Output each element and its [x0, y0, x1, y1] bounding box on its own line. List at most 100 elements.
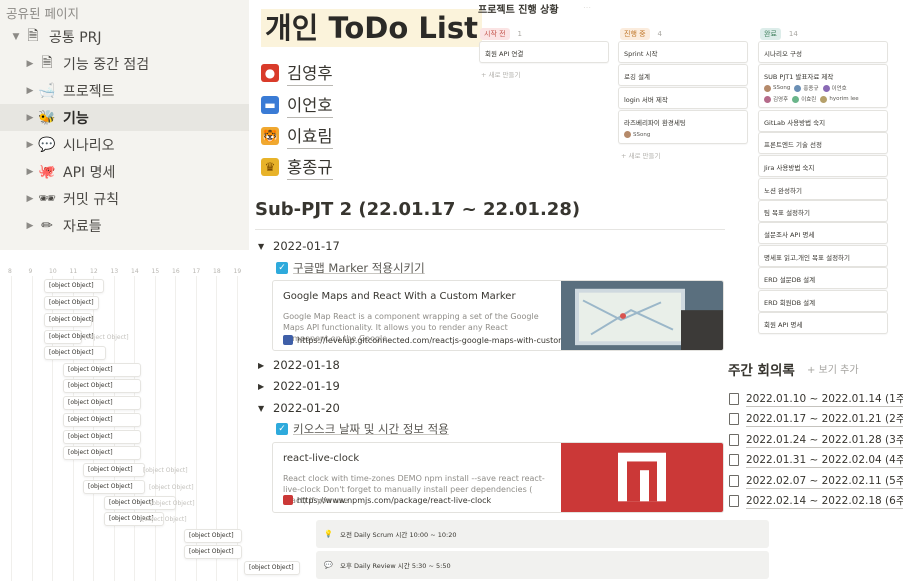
timeline-bar[interactable]: [object Object]	[63, 379, 141, 393]
weekly-item[interactable]: 2022.01.31 ~ 2022.02.04 (4주차)	[729, 452, 903, 469]
timeline-bar[interactable]: [object Object]	[63, 446, 141, 460]
board-card[interactable]: ERD 설문DB 설계	[758, 267, 888, 289]
sidebar-item-label: 커밋 규칙	[63, 191, 119, 208]
weekly-item[interactable]: 2022.02.14 ~ 2022.02.18 (6주차)	[729, 493, 903, 509]
bookmark-url: https://www.npmjs.com/package/react-live…	[283, 495, 491, 505]
member-link[interactable]: ♛ 홍종규	[261, 154, 333, 180]
toggle-2022-01-20[interactable]: ▼ 2022-01-20	[258, 401, 340, 415]
status-badge: 완료	[760, 28, 781, 40]
board-card[interactable]: 회원 API 연결	[479, 41, 609, 63]
todo-item[interactable]: ✓ 키오스크 날짜 및 시간 정보 적용	[276, 421, 449, 437]
todo-item[interactable]: ✓ 구글맵 Marker 적용시키기	[276, 260, 425, 276]
sidebar-item-api-spec[interactable]: ▶ 🐙 API 명세	[0, 158, 249, 185]
card-title: 회원 API 연결	[485, 50, 524, 58]
checkbox-checked-icon[interactable]: ✓	[276, 423, 288, 435]
timeline-bar[interactable]: [object Object]	[44, 313, 94, 327]
weekly-item[interactable]: 2022.02.07 ~ 2022.02.11 (5주차)	[729, 473, 903, 489]
weekly-item[interactable]: 2022.01.24 ~ 2022.01.28 (3주차)	[729, 432, 903, 448]
timeline-bar-overflow-label: [object Object]	[143, 467, 188, 474]
board-card[interactable]: Jira 사용방법 숙지	[758, 155, 888, 177]
member-link[interactable]: 🐯 이효림	[261, 123, 333, 149]
timeline-bar[interactable]: [object Object]	[184, 529, 242, 543]
npm-logo-thumbnail	[561, 443, 723, 512]
collapsed-triangle-icon[interactable]: ▶	[24, 113, 36, 123]
sidebar-item-label: 기능 중간 점검	[63, 56, 150, 73]
board-card[interactable]: Sprint 시작	[618, 41, 748, 63]
collapsed-triangle-icon[interactable]: ▶	[24, 167, 36, 177]
collapsed-triangle-icon[interactable]: ▶	[24, 59, 36, 69]
sidebar-item-commit-rules[interactable]: ▶ 🕶 커밋 규칙	[0, 185, 249, 212]
collapsed-triangle-icon[interactable]: ▶	[258, 382, 273, 391]
timeline-gridline	[31, 276, 33, 581]
person-name: 홍종규	[803, 86, 819, 92]
card-title: login 서버 제작	[624, 96, 668, 104]
toggle-label: 2022-01-17	[273, 239, 340, 253]
timeline-tick: 14	[131, 268, 139, 275]
timeline-bar[interactable]: [object Object]	[244, 561, 300, 575]
expanded-triangle-icon[interactable]: ▼	[10, 32, 22, 42]
timeline-bar[interactable]: [object Object]	[63, 363, 141, 377]
board-card[interactable]: 로깅 설계	[618, 64, 748, 86]
member-link[interactable]: ▬ 이언호	[261, 92, 333, 118]
timeline-bar[interactable]: [object Object]	[44, 279, 104, 293]
board-card[interactable]: 설문조사 API 명세	[758, 222, 888, 244]
checkbox-checked-icon[interactable]: ✓	[276, 262, 288, 274]
board-card[interactable]: 노션 완성하기	[758, 178, 888, 200]
collapsed-triangle-icon[interactable]: ▶	[24, 140, 36, 150]
timeline-bar[interactable]: [object Object]	[44, 330, 94, 344]
timeline-bar[interactable]: [object Object]	[83, 480, 145, 494]
expanded-triangle-icon[interactable]: ▼	[258, 404, 273, 413]
sidebar-item-project[interactable]: ▶ 🛁 프로젝트	[0, 77, 249, 104]
board-card[interactable]: 프론트엔드 기술 선정	[758, 132, 888, 154]
board-card[interactable]: ERD 회원DB 설계	[758, 290, 888, 312]
board-card[interactable]: login 서버 제작	[618, 87, 748, 109]
collapsed-triangle-icon[interactable]: ▶	[24, 86, 36, 96]
collapsed-triangle-icon[interactable]: ▶	[24, 194, 36, 204]
sidebar-item-feature-check[interactable]: ▶ 🗎 기능 중간 점검	[0, 50, 249, 77]
board-card[interactable]: 명세표 읽고,개인 목표 설정하기	[758, 245, 888, 267]
collapsed-triangle-icon[interactable]: ▶	[24, 221, 36, 231]
sidebar-item-scenario[interactable]: ▶ 💬 시나리오	[0, 131, 249, 158]
sidebar-item-common-prj[interactable]: ▼ 🗎 공통 PRJ	[0, 23, 249, 50]
timeline-tick: 13	[110, 268, 119, 275]
timeline-tick: 15	[151, 268, 160, 275]
timeline-tick: 10	[49, 268, 57, 275]
toggle-2022-01-18[interactable]: ▶ 2022-01-18	[258, 358, 340, 372]
toggle-2022-01-17[interactable]: ▼ 2022-01-17	[258, 239, 340, 253]
avatar	[820, 95, 828, 103]
board-card[interactable]: 라즈베리파이 환경세팅 SSong	[618, 110, 748, 144]
board-card[interactable]: GitLab 사용방법 숙지	[758, 110, 888, 132]
timeline-bar[interactable]: [object Object]	[44, 296, 99, 310]
page-icon	[729, 433, 739, 446]
expanded-triangle-icon[interactable]: ▼	[258, 242, 273, 251]
collapsed-triangle-icon[interactable]: ▶	[258, 361, 273, 370]
npm-favicon-icon	[283, 495, 293, 505]
bookmark-card[interactable]: Google Maps and React With a Custom Mark…	[272, 280, 724, 351]
bookmark-card[interactable]: react-live-clock React clock with time-z…	[272, 442, 724, 513]
card-title: 로깅 설계	[624, 73, 650, 81]
timeline-bar[interactable]: [object Object]	[184, 545, 242, 559]
new-card-button[interactable]: + 새로 만들기	[481, 69, 520, 79]
board-card[interactable]: SUB PJT1 발표자료 제작 SSong 홍종규 이언호 김영후 이효린 hyorim …	[758, 64, 888, 108]
add-view-button[interactable]: + 보기 추가	[807, 361, 859, 376]
board-card[interactable]: 회원 API 명세	[758, 312, 888, 334]
weekly-item-label: 2022.01.31 ~ 2022.02.04 (4주차)	[746, 452, 903, 469]
sidebar-item-materials[interactable]: ▶ ✏ 자료들	[0, 212, 249, 239]
board-card[interactable]: 팀 목표 설정하기	[758, 200, 888, 222]
new-card-button[interactable]: + 새로 만들기	[621, 150, 660, 160]
weekly-item[interactable]: 2022.01.17 ~ 2022.01.21 (2주차)	[729, 411, 903, 428]
timeline-bar[interactable]: [object Object]	[63, 430, 141, 444]
board-menu[interactable]: ⋯	[583, 3, 591, 12]
timeline-bar[interactable]: [object Object]	[83, 463, 145, 477]
person-name: hyorim lee	[829, 96, 859, 102]
board-card[interactable]: 시나리오 구성	[758, 41, 888, 63]
toggle-label: 2022-01-18	[273, 358, 340, 372]
sidebar-header: 공유된 페이지	[6, 6, 79, 21]
member-link[interactable]: ● 김영후	[261, 60, 333, 86]
timeline-bar[interactable]: [object Object]	[44, 346, 106, 360]
timeline-bar[interactable]: [object Object]	[63, 396, 141, 410]
timeline-bar[interactable]: [object Object]	[63, 413, 141, 427]
weekly-item[interactable]: 2022.01.10 ~ 2022.01.14 (1주차)	[729, 391, 903, 407]
sidebar-item-feature[interactable]: ▶ 🐝 기능	[0, 104, 249, 131]
toggle-2022-01-19[interactable]: ▶ 2022-01-19	[258, 379, 340, 393]
